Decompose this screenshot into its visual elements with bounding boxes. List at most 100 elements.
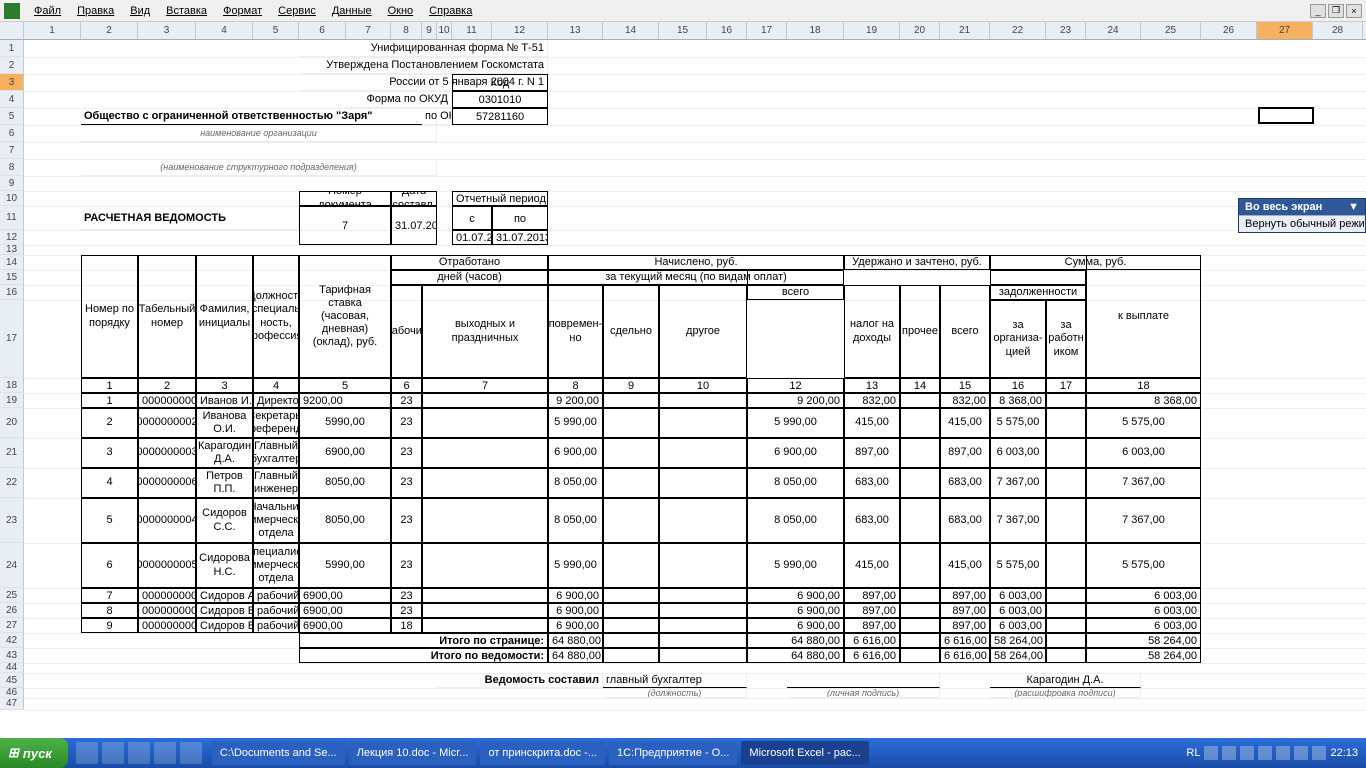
column-header[interactable]: 17 (747, 22, 787, 39)
cell[interactable]: 5 (299, 378, 391, 393)
cell[interactable]: 2 (138, 378, 196, 393)
cell[interactable]: 832,00 (844, 393, 900, 408)
row-header[interactable]: 18 (0, 378, 24, 393)
row-header[interactable]: 26 (0, 603, 24, 618)
ql-icon[interactable] (180, 742, 202, 764)
cell[interactable]: 58 264,00 (990, 633, 1046, 648)
tray-icon[interactable] (1222, 746, 1236, 760)
cell[interactable]: 58 264,00 (990, 648, 1046, 663)
table-header[interactable]: Тарифная ставка (часовая, дневная) (окла… (299, 255, 391, 378)
row-header[interactable]: 13 (0, 245, 24, 255)
row-header[interactable]: 19 (0, 393, 24, 408)
table-header[interactable] (990, 270, 1086, 285)
cell[interactable]: 5 (81, 498, 138, 543)
cell[interactable] (659, 618, 747, 633)
cell[interactable]: 897,00 (844, 438, 900, 468)
row-header[interactable]: 2 (0, 57, 24, 74)
cell[interactable] (659, 468, 747, 498)
cell[interactable]: Сидорова Н.С. (196, 543, 253, 588)
cell[interactable]: 415,00 (844, 408, 900, 438)
menu-help[interactable]: Справка (421, 3, 480, 19)
cell[interactable] (422, 393, 548, 408)
table-header[interactable]: Табельный номер (138, 255, 196, 378)
cell[interactable]: 5 575,00 (1086, 543, 1201, 588)
cell[interactable]: 8050,00 (299, 498, 391, 543)
cell[interactable]: 683,00 (844, 468, 900, 498)
cell[interactable]: 58 264,00 (1086, 648, 1201, 663)
cell[interactable]: 8 050,00 (548, 498, 603, 543)
row-header[interactable]: 17 (0, 300, 24, 378)
cell[interactable]: 415,00 (940, 543, 990, 588)
cell[interactable] (603, 588, 659, 603)
column-header[interactable]: 5 (253, 22, 299, 39)
cell[interactable]: 0301010 (452, 91, 548, 108)
cell[interactable]: Сидоров А.С. (196, 588, 253, 603)
cell[interactable] (659, 393, 747, 408)
tray-icon[interactable] (1276, 746, 1290, 760)
cell[interactable]: Карагодин Д.А. (990, 673, 1141, 688)
table-header[interactable]: задолженности (990, 285, 1086, 300)
ql-icon[interactable] (154, 742, 176, 764)
cell[interactable]: Сидоров Б.С. (196, 603, 253, 618)
cell[interactable]: рабочий (253, 588, 299, 603)
cell[interactable] (1046, 648, 1086, 663)
table-header[interactable]: прочее (900, 285, 940, 378)
cell[interactable]: 5 990,00 (747, 543, 844, 588)
cell[interactable]: 3 (196, 378, 253, 393)
column-header[interactable]: 10 (437, 22, 452, 39)
cell[interactable] (659, 543, 747, 588)
table-header[interactable]: всего (940, 285, 990, 378)
cell[interactable]: 6 003,00 (990, 438, 1046, 468)
row-header[interactable]: 11 (0, 206, 24, 230)
cell[interactable]: Дата составл. (391, 191, 437, 206)
column-header[interactable]: 15 (659, 22, 707, 39)
cell[interactable] (1046, 618, 1086, 633)
menu-window[interactable]: Окно (380, 3, 422, 19)
cell[interactable]: 6 900,00 (548, 438, 603, 468)
cell[interactable] (1046, 438, 1086, 468)
cell[interactable]: 6 900,00 (747, 618, 844, 633)
cell[interactable]: 57281160 (452, 108, 548, 125)
cell[interactable] (659, 408, 747, 438)
cell[interactable]: 6 003,00 (990, 603, 1046, 618)
task-btn[interactable]: C:\Documents and Se... (212, 741, 345, 765)
cell[interactable]: 832,00 (940, 393, 990, 408)
tray-icon[interactable] (1258, 746, 1272, 760)
cell[interactable]: 0000000006 (138, 468, 196, 498)
cell[interactable]: 5990,00 (299, 543, 391, 588)
column-header[interactable]: 13 (548, 22, 603, 39)
cell[interactable]: 6 900,00 (548, 603, 603, 618)
cell[interactable] (603, 603, 659, 618)
start-button[interactable]: ⊞пуск (0, 738, 68, 768)
cell[interactable]: 8050,00 (299, 468, 391, 498)
table-header[interactable]: за организа-цией (990, 300, 1046, 378)
cell[interactable]: 6 616,00 (844, 648, 900, 663)
cell[interactable]: 6 900,00 (747, 603, 844, 618)
cell[interactable]: по (492, 206, 548, 230)
cell[interactable] (603, 543, 659, 588)
cell[interactable]: 6 900,00 (747, 438, 844, 468)
task-btn-active[interactable]: Microsoft Excel - рас... (741, 741, 868, 765)
cell[interactable]: 9 200,00 (548, 393, 603, 408)
cell[interactable]: 6 (81, 543, 138, 588)
row-header[interactable]: 45 (0, 673, 24, 688)
cell[interactable]: 64 880,00 (747, 633, 844, 648)
row-header[interactable]: 21 (0, 438, 24, 468)
table-header[interactable]: Должность (специаль-ность, профессия) (253, 255, 299, 378)
column-header[interactable]: 8 (391, 22, 422, 39)
cell[interactable]: 415,00 (844, 543, 900, 588)
row-header[interactable]: 43 (0, 648, 24, 663)
row-header[interactable]: 23 (0, 498, 24, 543)
row-header[interactable]: 42 (0, 633, 24, 648)
cell[interactable]: 23 (391, 468, 422, 498)
cell[interactable] (1046, 408, 1086, 438)
cell[interactable]: 8 (548, 378, 603, 393)
column-header[interactable]: 3 (138, 22, 196, 39)
cell[interactable]: 4 (253, 378, 299, 393)
column-header[interactable]: 21 (940, 22, 990, 39)
cell[interactable] (603, 498, 659, 543)
cell[interactable]: 0000000007 (138, 603, 196, 618)
cell[interactable]: рабочий (253, 603, 299, 618)
table-header[interactable]: всего (747, 285, 844, 300)
column-header[interactable]: 9 (422, 22, 437, 39)
